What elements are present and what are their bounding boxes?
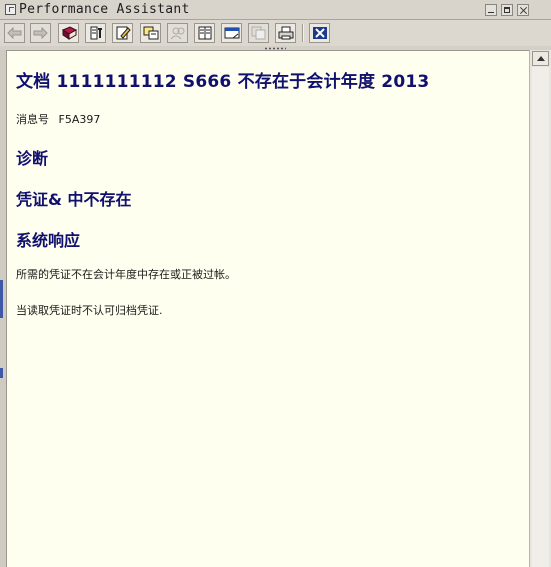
- vertical-scrollbar[interactable]: [529, 50, 551, 567]
- scroll-track[interactable]: [532, 67, 549, 567]
- glossary-icon: [143, 26, 158, 40]
- toolbar: [0, 20, 551, 46]
- documentation-button[interactable]: [58, 23, 79, 43]
- book-icon: [61, 26, 77, 40]
- new-window-button[interactable]: [221, 23, 242, 43]
- response-paragraph-2: 当读取凭证时不认可归档凭证.: [16, 304, 163, 317]
- window-title: Performance Assistant: [19, 2, 190, 17]
- copy-icon: [251, 26, 265, 40]
- diagnosis-heading: 诊断: [16, 149, 49, 168]
- forward-button[interactable]: [30, 23, 51, 43]
- back-button[interactable]: [4, 23, 25, 43]
- technical-info-button[interactable]: [85, 23, 106, 43]
- message-number-label: 消息号: [16, 113, 49, 126]
- copy-button[interactable]: [248, 23, 269, 43]
- performance-assistant-window: Performance Assistant 文档 1111111112 S666…: [0, 0, 551, 567]
- people-button[interactable]: [167, 23, 188, 43]
- people-icon: [170, 27, 184, 40]
- diagnosis-text: 凭证& 中不存在: [16, 190, 132, 209]
- forward-arrow-icon: [33, 27, 48, 39]
- close-x-icon: [312, 27, 327, 39]
- technical-info-icon: [90, 26, 102, 40]
- minimize-button[interactable]: [485, 4, 497, 16]
- edit-note-icon: [116, 26, 131, 40]
- system-response-heading: 系统响应: [16, 231, 81, 250]
- table-of-contents-icon: [198, 26, 211, 40]
- print-button[interactable]: [275, 23, 296, 43]
- print-icon: [278, 26, 293, 40]
- title-bar[interactable]: Performance Assistant: [0, 0, 551, 20]
- window-icon: [224, 27, 239, 39]
- close-window-button[interactable]: [517, 4, 529, 16]
- window-menu-icon[interactable]: [5, 4, 16, 15]
- table-of-contents-button[interactable]: [194, 23, 215, 43]
- message-number-value: F5A397: [58, 113, 101, 126]
- close-assistant-button[interactable]: [309, 23, 330, 43]
- edit-note-button[interactable]: [112, 23, 133, 43]
- message-number-line: 消息号 F5A397: [16, 111, 100, 127]
- scroll-up-button[interactable]: [532, 51, 549, 66]
- back-arrow-icon: [7, 27, 22, 39]
- response-paragraph-1: 所需的凭证不在会计年度中存在或正被过帐。: [16, 268, 236, 281]
- glossary-button[interactable]: [140, 23, 161, 43]
- document-title: 文档 1111111112 S666 不存在于会计年度 2013: [16, 72, 430, 92]
- document-content: 文档 1111111112 S666 不存在于会计年度 2013 消息号 F5A…: [6, 50, 529, 567]
- maximize-button[interactable]: [501, 4, 513, 16]
- toolbar-separator: [302, 24, 304, 42]
